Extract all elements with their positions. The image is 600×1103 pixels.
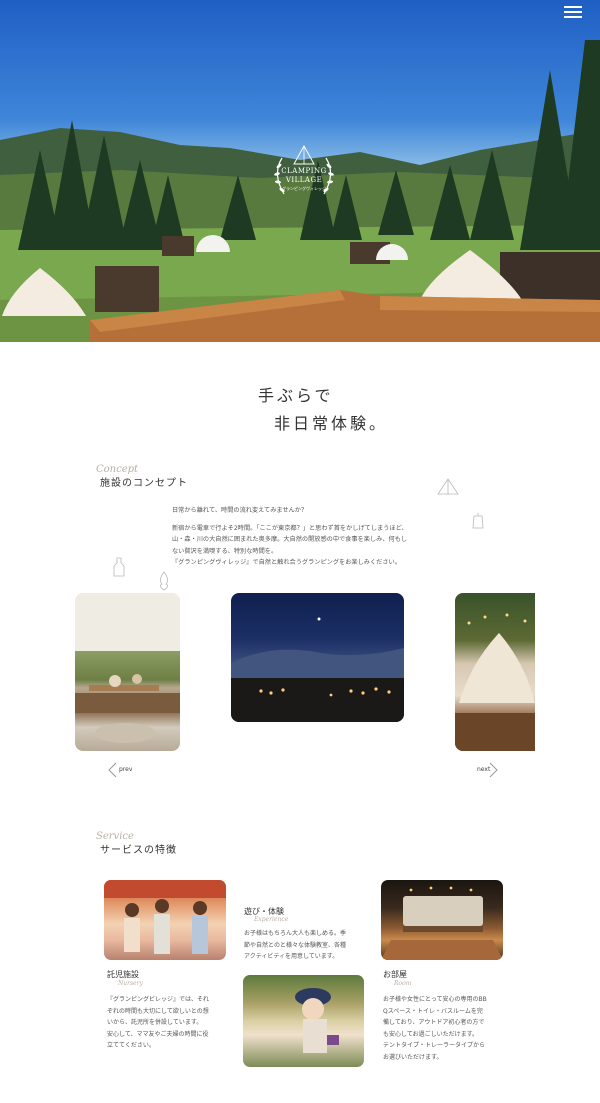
experience-line: お子様はもちろん大人も楽しめる。季 xyxy=(244,930,347,937)
dining-photo xyxy=(75,593,180,743)
nursery-line: ぞれの時間も大切にして欲しいとの想 xyxy=(107,1007,209,1015)
bottle-doodle-icon xyxy=(113,557,125,577)
room-line: お子様や女性にとって安心の専用のBB xyxy=(383,996,487,1003)
service-room-title: お部屋 xyxy=(383,970,407,979)
concept-p2-l2: 山・森・川の大自然に囲まれた奥多摩。大自然の開放感の中で食事を楽しみ、何もし xyxy=(172,536,408,543)
room-image xyxy=(381,886,503,960)
tent-doodle-icon xyxy=(437,478,459,495)
bell-tent-photo xyxy=(455,613,535,751)
nursery-image xyxy=(104,880,226,954)
headline-line1: 手ぶらで xyxy=(258,386,334,405)
prev-button[interactable]: prev xyxy=(119,766,132,773)
nursery-photo[interactable] xyxy=(104,880,226,960)
hamburger-menu-icon[interactable] xyxy=(564,6,582,18)
slide-image-dining[interactable] xyxy=(75,593,180,751)
nursery-line: いから、託児所を併設しています。 xyxy=(107,1019,203,1026)
experience-line: 節や自然とのと様々な体験教室、各種 xyxy=(244,941,346,949)
nursery-line: 立ててください。 xyxy=(107,1042,155,1049)
experience-line: アクティビティを用意しています。 xyxy=(244,953,339,960)
experience-photo[interactable] xyxy=(243,975,364,1067)
service-room-text: お子様や女性にとって安心の専用のBB Qスペース・トイレ・バスルームを完 備して… xyxy=(383,994,507,1063)
nursery-line: 『グランピングビレッジ』では、それ xyxy=(107,996,210,1003)
night-camp-photo xyxy=(231,617,404,722)
concept-p2-l3: ない贅沢を満喫する、特別な時間を。 xyxy=(172,547,278,555)
service-nursery-en: Nursery xyxy=(118,980,143,987)
logo-sub: グランピングヴィレッジ xyxy=(282,186,326,191)
service-experience-text: お子様はもちろん大人も楽しめる。季 節や自然とのと様々な体験教室、各種 アクティ… xyxy=(244,928,368,963)
slide-image-night[interactable] xyxy=(231,593,404,722)
fire-doodle-icon xyxy=(160,571,168,591)
service-nursery-title: 託児施設 xyxy=(107,970,139,979)
room-line: Qスペース・トイレ・バスルームを完 xyxy=(383,1007,483,1015)
concept-text: 日常から離れて、時間の流れ変えてみませんか？ 新宿から電車で行よそ2時間。「ここ… xyxy=(172,505,440,569)
concept-p2-l4: 『グランピングヴィレッジ』で自然と触れ合うグランピングをお楽しみください。 xyxy=(172,559,401,566)
nursery-line: 安心して、ママ友やご夫婦の時間に役 xyxy=(107,1030,209,1038)
concept-p2-l1: 新宿から電車で行よそ2時間。「ここが東京都？」と思わず首をかしげてしまうほど、 xyxy=(172,524,408,532)
service-experience-en: Experience xyxy=(254,916,289,923)
experience-image xyxy=(295,988,339,1053)
lantern-doodle-icon xyxy=(472,513,484,529)
slide-image-tent[interactable] xyxy=(455,593,535,751)
concept-p1: 日常から離れて、時間の流れ変えてみませんか？ xyxy=(172,507,308,514)
chevron-left-icon[interactable] xyxy=(106,762,118,778)
room-line: も安心してお過ごしいただけます。 xyxy=(383,1030,479,1038)
room-line: 備しており、アウトドア初心者の方で xyxy=(383,1019,485,1026)
room-line: テントタイプ・トレーラータイプから xyxy=(383,1042,486,1049)
headline-line2: 非日常体験。 xyxy=(274,414,389,433)
service-room-en: Room xyxy=(394,980,412,987)
room-line: お選びいただけます。 xyxy=(383,1053,443,1061)
chevron-right-icon[interactable] xyxy=(488,762,500,778)
service-nursery-text: 『グランピングビレッジ』では、それ ぞれの時間も大切にして欲しいとの想 いから、… xyxy=(107,994,231,1052)
service-title: サービスの特徴 xyxy=(100,845,177,856)
logo-line2: VILLAGE xyxy=(285,176,323,184)
hero-image: CLAMPING VILLAGE グランピングヴィレッジ xyxy=(0,0,600,342)
room-photo[interactable] xyxy=(381,880,503,960)
concept-title: 施設のコンセプト xyxy=(100,478,188,489)
logo-line1: CLAMPING xyxy=(281,167,327,175)
brand-logo[interactable]: CLAMPING VILLAGE グランピングヴィレッジ xyxy=(268,140,340,204)
